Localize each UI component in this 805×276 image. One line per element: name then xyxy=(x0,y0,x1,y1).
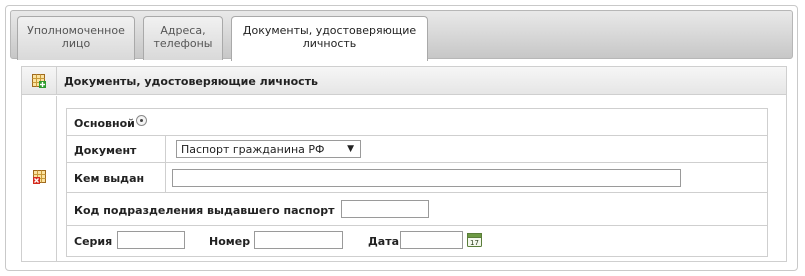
identity-documents-panel: Документы, удостоверяющие личность Основ… xyxy=(21,66,787,262)
issued-by-row: Кем выдан xyxy=(67,163,767,193)
panel-header: Документы, удостоверяющие личность xyxy=(22,67,786,95)
series-label: Серия xyxy=(74,235,113,248)
row-actions-cell xyxy=(22,96,57,261)
document-form: Основной Документ Паспорт гражданина РФ … xyxy=(66,108,768,257)
main-row: Основной xyxy=(67,109,767,136)
tab-label: телефоны xyxy=(153,37,213,50)
division-code-label: Код подразделения выдавшего паспорт xyxy=(74,204,335,217)
column-divider xyxy=(165,163,166,192)
calendar-day: 17 xyxy=(470,239,479,247)
series-input[interactable] xyxy=(117,231,185,249)
document-select[interactable]: Паспорт гражданина РФ ▼ xyxy=(176,140,361,158)
calendar-icon[interactable]: 17 xyxy=(467,232,482,247)
number-label: Номер xyxy=(209,235,251,248)
division-code-row: Код подразделения выдавшего паспорт xyxy=(67,193,767,226)
dropdown-arrow-icon: ▼ xyxy=(347,144,354,154)
tab-bar: Уполномоченное лицо Адреса, телефоны Док… xyxy=(10,10,793,61)
column-divider xyxy=(165,136,166,162)
series-number-date-row: Серия Номер Дата 17 xyxy=(67,226,767,258)
tab-label: лицо xyxy=(61,37,91,50)
tab-label: Документы, удостоверяющие xyxy=(242,24,417,37)
issued-by-label: Кем выдан xyxy=(74,172,145,185)
panel-title: Документы, удостоверяющие личность xyxy=(64,75,318,88)
number-input[interactable] xyxy=(254,231,343,249)
issued-by-input[interactable] xyxy=(172,169,681,187)
document-label: Документ xyxy=(74,144,137,157)
table-delete-icon[interactable] xyxy=(33,170,47,184)
main-radio[interactable] xyxy=(136,115,147,126)
tab-label: личность xyxy=(302,37,357,50)
document-row: Документ Паспорт гражданина РФ ▼ xyxy=(67,136,767,163)
date-label: Дата xyxy=(368,235,400,248)
date-input[interactable] xyxy=(400,231,463,249)
tab-identity-documents[interactable]: Документы, удостоверяющие личность xyxy=(231,16,428,61)
division-code-input[interactable] xyxy=(341,200,429,218)
table-add-icon[interactable] xyxy=(32,74,46,88)
document-select-value: Паспорт гражданина РФ xyxy=(181,143,325,156)
main-label: Основной xyxy=(74,117,135,130)
tab-label: Уполномоченное xyxy=(27,24,125,37)
tab-addresses-phones[interactable]: Адреса, телефоны xyxy=(143,16,223,60)
tab-authorized-person[interactable]: Уполномоченное лицо xyxy=(17,16,135,60)
tab-label: Адреса, xyxy=(160,24,206,37)
panel-header-icon-cell xyxy=(22,67,57,95)
